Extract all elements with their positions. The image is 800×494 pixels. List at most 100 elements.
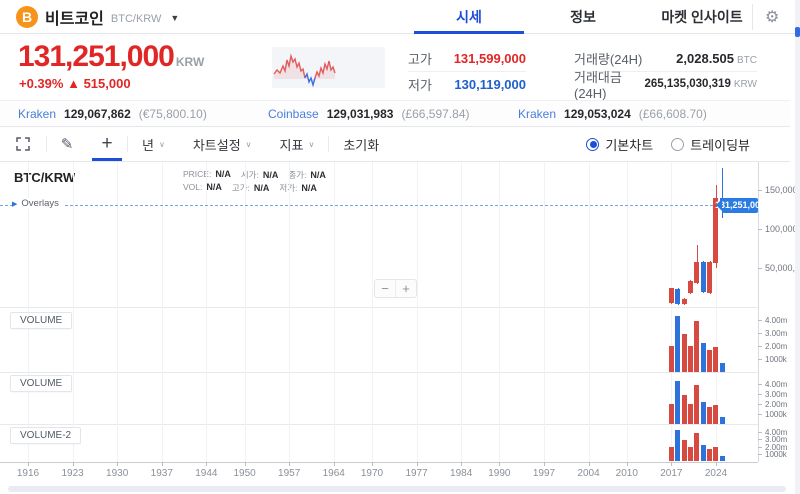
- x-axis-label: 1970: [352, 468, 392, 479]
- chevron-down-icon: ∨: [159, 140, 165, 149]
- y-tick: [758, 268, 762, 269]
- radio-tradingview-label: 트레이딩뷰: [690, 135, 750, 154]
- volume-bar: [720, 417, 725, 424]
- x-axis-label: 1977: [397, 468, 437, 479]
- draw-pencil-icon[interactable]: ✎: [47, 127, 87, 161]
- chart-settings-label: 차트설정: [193, 135, 241, 154]
- x-tick: [334, 462, 335, 466]
- sparkline-chart: [272, 47, 385, 88]
- chevron-down-icon: ▼: [170, 13, 179, 23]
- volume-bar: [713, 447, 718, 461]
- page-scrollbar-thumb[interactable]: [795, 27, 800, 37]
- exchange-quote: Kraken 129,053,024 (£66,608.70): [518, 107, 707, 121]
- info-label: 고가:: [232, 182, 250, 194]
- indicator-dropdown[interactable]: 지표 ∨: [266, 127, 329, 161]
- y-tick: [758, 229, 762, 230]
- gear-icon[interactable]: ⚙: [765, 7, 779, 27]
- zoom-in-button[interactable]: +: [395, 280, 416, 297]
- radio-basic-chart[interactable]: 기본차트: [586, 135, 653, 154]
- chart-scrollbar[interactable]: [8, 486, 786, 492]
- high-label: 고가: [408, 49, 432, 68]
- candle-body: [669, 288, 674, 303]
- volume-bar: [720, 363, 725, 372]
- gridline: [461, 162, 462, 462]
- tab-info[interactable]: 정보: [528, 0, 638, 34]
- y-tick: [758, 320, 762, 321]
- gridline: [499, 162, 500, 462]
- exchange-name[interactable]: Kraken: [18, 107, 56, 121]
- header-bar: B 비트코인 BTC/KRW ▼ 시세 정보 마켓 인사이트 ⚙: [0, 0, 800, 34]
- volume-bar: [682, 440, 687, 461]
- volume-unit: BTC: [737, 55, 757, 66]
- x-axis-label: 1964: [314, 468, 354, 479]
- page-scrollbar-track[interactable]: [795, 0, 800, 494]
- volume-axis-label: 1000k: [765, 410, 787, 419]
- gridline: [417, 162, 418, 462]
- chart-type-radios: 기본차트 트레이딩뷰: [586, 127, 750, 161]
- gridline: [334, 162, 335, 462]
- gridline: [206, 162, 207, 462]
- volume-axis-label: 2.00m: [765, 400, 787, 409]
- volume-bar: [713, 405, 718, 424]
- x-tick: [671, 462, 672, 466]
- gridline: [589, 162, 590, 462]
- y-tick: [758, 394, 762, 395]
- price-change: +0.39% ▲ 515,000: [19, 76, 131, 91]
- coin-selector[interactable]: B 비트코인 BTC/KRW ▼: [16, 5, 179, 29]
- info-value: N/A: [206, 182, 222, 192]
- add-indicator-icon[interactable]: +: [87, 127, 127, 161]
- current-price-line: [0, 205, 758, 206]
- volume-bar: [682, 334, 687, 372]
- exchange-fiat: (€75,800.10): [139, 107, 207, 121]
- chevron-down-icon: ∨: [246, 140, 252, 149]
- y-tick: [758, 190, 762, 191]
- y-tick: [758, 414, 762, 415]
- overlays-toggle[interactable]: ▶ Overlays: [12, 198, 63, 209]
- exchange-name[interactable]: Coinbase: [268, 107, 319, 121]
- tab-market-insight[interactable]: 마켓 인사이트: [638, 0, 766, 34]
- radio-tradingview[interactable]: 트레이딩뷰: [671, 135, 750, 154]
- y-tick: [758, 346, 762, 347]
- settings-area: ⚙: [752, 4, 779, 30]
- turnover-label: 거래대금(24H): [574, 67, 645, 101]
- header-tabs: 시세 정보 마켓 인사이트: [410, 0, 766, 34]
- current-price: 131,251,000KRW: [18, 40, 204, 74]
- indicator-label: 지표: [280, 135, 304, 154]
- volume-bar: [688, 447, 693, 462]
- volume-axis-label: 4.00m: [765, 316, 787, 325]
- volume-bar: [682, 395, 687, 424]
- x-tick: [206, 462, 207, 466]
- chart-region[interactable]: BTC/KRW PRICE:N/A 시가:N/A 종가:N/A VOL:N/A …: [0, 162, 800, 494]
- volume-panel-label[interactable]: VOLUME: [10, 375, 72, 392]
- fullscreen-icon[interactable]: [0, 127, 46, 161]
- x-tick: [589, 462, 590, 466]
- volume-bar: [707, 449, 712, 461]
- volume-panel-label[interactable]: VOLUME: [10, 312, 72, 329]
- reset-button[interactable]: 초기화: [329, 135, 393, 154]
- volume-bar: [688, 346, 693, 372]
- chart-toolbar: ✎ + 년 ∨ 차트설정 ∨ 지표 ∨ 초기화 기본차트 트레이딩뷰: [0, 127, 790, 162]
- info-label: VOL:: [183, 182, 202, 192]
- x-axis-label: 2010: [607, 468, 647, 479]
- volume-bar: [707, 407, 712, 424]
- volume-bar: [713, 347, 718, 372]
- x-axis-label: 1997: [524, 468, 564, 479]
- x-tick: [417, 462, 418, 466]
- x-tick: [461, 462, 462, 466]
- exchange-fiat: (£66,608.70): [639, 107, 707, 121]
- chart-settings-dropdown[interactable]: 차트설정 ∨: [179, 127, 266, 161]
- exchange-fiat: (£66,597.84): [401, 107, 469, 121]
- exchange-name[interactable]: Kraken: [518, 107, 556, 121]
- stats-price-column: 고가 131,599,000 저가 130,119,000: [408, 46, 526, 96]
- volume2-panel-label[interactable]: VOLUME-2: [10, 427, 81, 444]
- x-axis-label: 1990: [479, 468, 519, 479]
- info-value: N/A: [215, 169, 231, 179]
- turnover-unit: KRW: [734, 79, 757, 90]
- zoom-out-button[interactable]: −: [375, 280, 395, 297]
- x-tick: [716, 462, 717, 466]
- volume-label: 거래량(24H): [574, 49, 642, 68]
- exchange-price: 129,031,983: [327, 107, 394, 121]
- x-tick: [544, 462, 545, 466]
- period-dropdown[interactable]: 년 ∨: [128, 127, 179, 161]
- tab-price[interactable]: 시세: [410, 0, 528, 34]
